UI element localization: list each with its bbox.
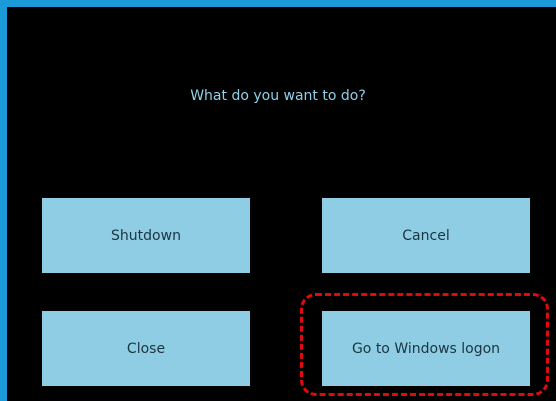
go-to-windows-logon-button[interactable]: Go to Windows logon xyxy=(322,311,530,386)
cancel-button[interactable]: Cancel xyxy=(322,198,530,273)
dialog-prompt: What do you want to do? xyxy=(190,88,366,104)
shutdown-button[interactable]: Shutdown xyxy=(42,198,250,273)
close-button[interactable]: Close xyxy=(42,311,250,386)
